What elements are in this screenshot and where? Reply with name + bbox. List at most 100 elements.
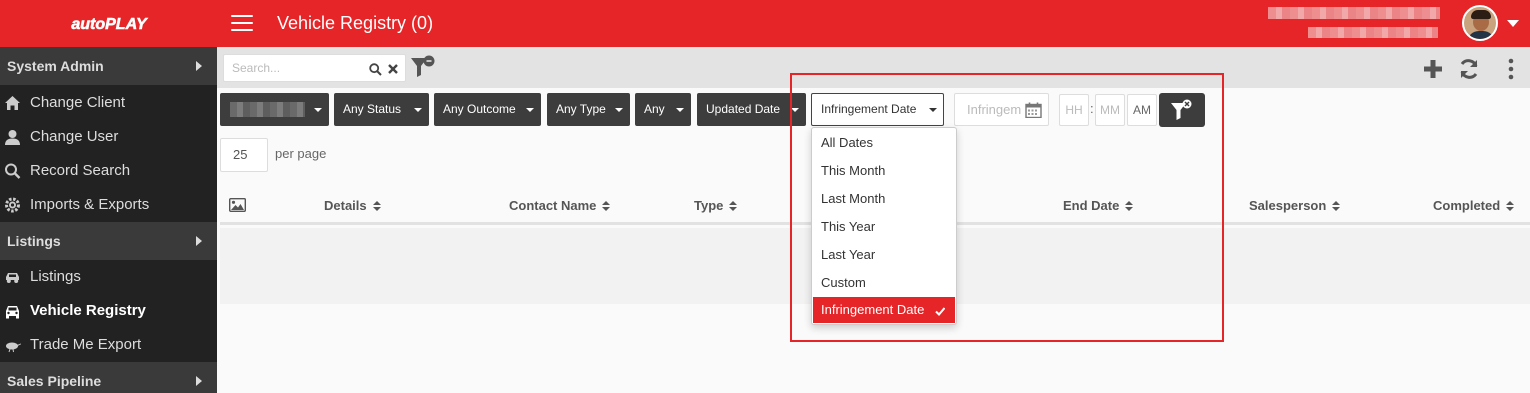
minute-placeholder: MM xyxy=(1100,103,1120,117)
sidebar-item-label: Trade Me Export xyxy=(30,336,142,353)
user-name-redacted xyxy=(1268,7,1440,19)
column-salesperson[interactable]: Salesperson xyxy=(1249,187,1341,225)
add-plus-icon[interactable] xyxy=(1423,59,1443,79)
sidebar-section-system-admin[interactable]: System Admin xyxy=(0,47,217,85)
menu-item-this-month[interactable]: This Month xyxy=(813,157,955,185)
column-end-date[interactable]: End Date xyxy=(1063,187,1134,225)
per-page-value: 25 xyxy=(233,147,248,162)
logo[interactable]: autoPLAY xyxy=(0,0,217,47)
avatar[interactable] xyxy=(1462,5,1498,41)
menu-toggle-button[interactable] xyxy=(231,13,253,33)
sort-icon xyxy=(729,200,738,211)
refresh-icon[interactable] xyxy=(1458,58,1480,80)
sidebar-item-change-client[interactable]: Change Client xyxy=(0,86,217,120)
column-label: Completed xyxy=(1433,198,1501,213)
user-menu-chevron-down-icon[interactable] xyxy=(1507,20,1519,27)
menu-item-custom[interactable]: Custom xyxy=(813,269,955,297)
sidebar-item-listings[interactable]: Listings xyxy=(0,260,217,294)
date-input[interactable]: Infringem xyxy=(954,93,1049,126)
search-input[interactable] xyxy=(224,55,364,81)
chevron-down-icon xyxy=(526,108,534,112)
sort-icon xyxy=(372,200,381,211)
user-role-redacted xyxy=(1308,27,1438,38)
menu-item-label: Custom xyxy=(821,275,866,290)
user-icon xyxy=(5,130,20,145)
column-label: End Date xyxy=(1063,198,1120,213)
per-page-input[interactable]: 25 xyxy=(220,138,268,172)
sidebar-section-label: Listings xyxy=(7,233,61,249)
menu-item-label: Last Month xyxy=(821,191,886,206)
clear-search-close-icon[interactable] xyxy=(387,63,399,75)
sidebar-item-imports-exports[interactable]: Imports & Exports xyxy=(0,188,217,222)
menu-item-infringement-date[interactable]: Infringement Date xyxy=(813,297,955,323)
time-separator: : xyxy=(1090,101,1094,116)
any-filter-label: Any xyxy=(644,102,665,116)
client-name-redacted xyxy=(230,102,305,117)
status-filter-dropdown[interactable]: Any Status xyxy=(334,93,429,126)
more-vertical-icon[interactable] xyxy=(1506,58,1516,80)
sidebar-item-trade-me-export[interactable]: Trade Me Export xyxy=(0,328,217,362)
column-label: Type xyxy=(694,198,724,213)
sidebar-item-label: Change Client xyxy=(30,94,126,111)
menu-item-this-year[interactable]: This Year xyxy=(813,213,955,241)
search-icon xyxy=(5,163,21,179)
kiwi-icon xyxy=(6,342,21,353)
ampm-toggle[interactable]: AM xyxy=(1127,94,1157,126)
date-field-select[interactable]: Infringement Date xyxy=(811,93,944,126)
top-bar: autoPLAY Vehicle Registry (0) xyxy=(0,0,1530,47)
ampm-label: AM xyxy=(1133,103,1151,117)
car-front-icon xyxy=(6,306,19,319)
sidebar-item-change-user[interactable]: Change User xyxy=(0,120,217,154)
sidebar-item-label: Record Search xyxy=(30,162,131,179)
any-filter-dropdown[interactable]: Any xyxy=(635,93,691,126)
apply-filter-button[interactable] xyxy=(1159,93,1205,127)
sidebar-item-label: Vehicle Registry xyxy=(30,302,146,319)
sort-icon xyxy=(1125,200,1134,211)
chevron-down-icon xyxy=(414,108,422,112)
filter-icon xyxy=(1171,99,1192,120)
hour-placeholder: HH xyxy=(1065,103,1083,117)
sort-field-dropdown[interactable]: Updated Date xyxy=(697,93,806,126)
image-icon xyxy=(229,198,246,212)
sort-icon xyxy=(602,200,611,211)
sidebar-section-sales-pipeline[interactable]: Sales Pipeline xyxy=(0,362,217,393)
sidebar-item-vehicle-registry[interactable]: Vehicle Registry xyxy=(0,294,217,328)
column-details[interactable]: Details xyxy=(324,187,381,225)
filter-options-icon[interactable] xyxy=(410,55,436,79)
chevron-down-icon xyxy=(314,108,322,112)
client-filter-dropdown[interactable] xyxy=(220,93,329,126)
sort-icon xyxy=(1506,200,1515,211)
chevron-down-icon xyxy=(676,108,684,112)
calendar-icon[interactable] xyxy=(1025,102,1042,118)
chevron-right-icon xyxy=(196,376,202,386)
outcome-filter-dropdown[interactable]: Any Outcome xyxy=(434,93,541,126)
sidebar-section-label: Sales Pipeline xyxy=(7,373,102,389)
sidebar-item-label: Listings xyxy=(30,268,81,285)
sidebar-item-record-search[interactable]: Record Search xyxy=(0,154,217,188)
menu-item-label: This Month xyxy=(821,163,886,178)
minute-input[interactable]: MM xyxy=(1095,94,1125,126)
page-title: Vehicle Registry (0) xyxy=(277,13,434,33)
chevron-down-icon xyxy=(615,108,623,112)
date-range-menu: All Dates This Month Last Month This Yea… xyxy=(811,127,957,325)
menu-item-label: Last Year xyxy=(821,247,876,262)
menu-item-last-month[interactable]: Last Month xyxy=(813,185,955,213)
column-completed[interactable]: Completed xyxy=(1433,187,1515,225)
sort-icon xyxy=(1332,200,1341,211)
search-field[interactable] xyxy=(223,54,406,82)
menu-item-last-year[interactable]: Last Year xyxy=(813,241,955,269)
checkmark-icon xyxy=(935,307,945,316)
sort-field-label: Updated Date xyxy=(706,102,781,116)
menu-item-label: All Dates xyxy=(821,135,874,150)
hour-input[interactable]: HH xyxy=(1059,94,1089,126)
sidebar-section-listings[interactable]: Listings xyxy=(0,222,217,260)
car-icon xyxy=(6,273,19,283)
home-icon xyxy=(5,96,20,110)
menu-item-label: Infringement Date xyxy=(821,302,925,317)
column-type[interactable]: Type xyxy=(694,187,738,225)
chevron-down-icon xyxy=(929,108,937,112)
column-contact-name[interactable]: Contact Name xyxy=(509,187,611,225)
search-icon[interactable] xyxy=(369,63,382,76)
type-filter-dropdown[interactable]: Any Type xyxy=(547,93,630,126)
menu-item-all-dates[interactable]: All Dates xyxy=(813,129,955,157)
